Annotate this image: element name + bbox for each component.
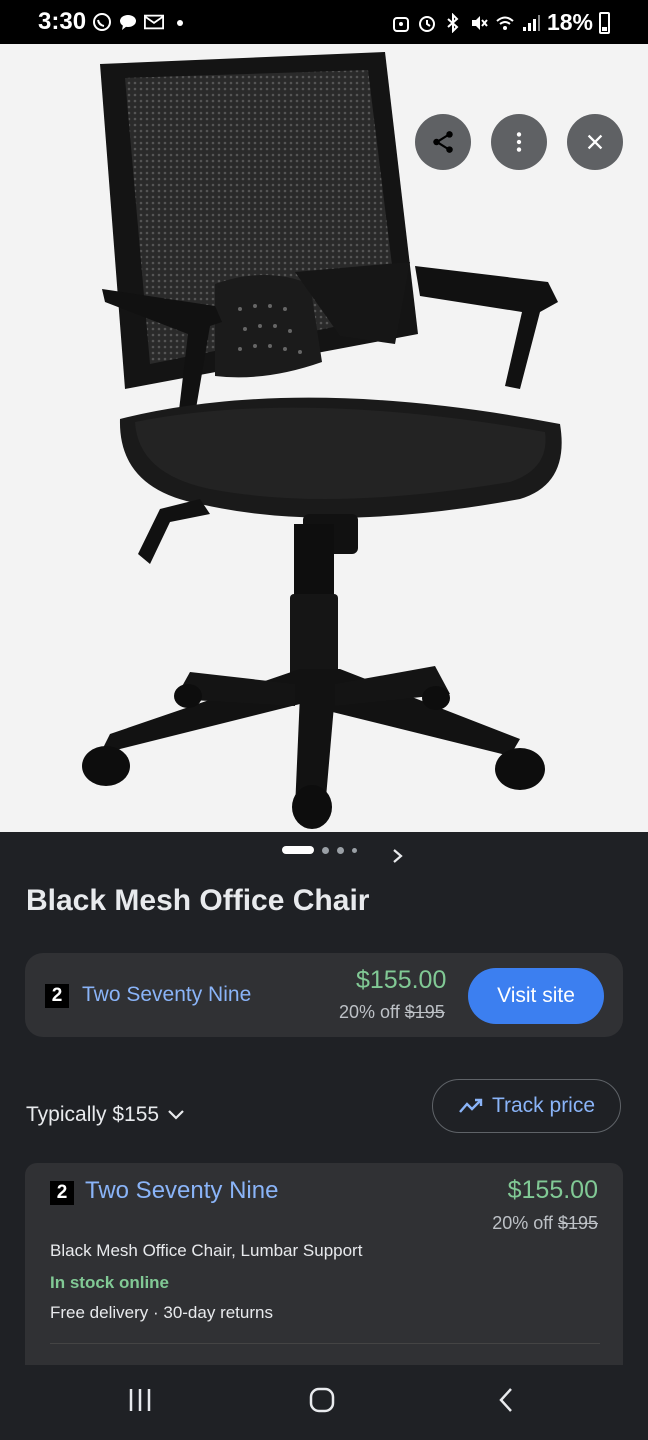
bluetooth-icon [447,12,459,33]
chevron-right-icon[interactable] [390,846,406,866]
pager-dot-active[interactable] [282,846,314,854]
offer-price: $155.00 [356,966,447,994]
trend-line-icon [459,1098,483,1113]
back-button[interactable] [486,1383,526,1417]
chevron-down-icon [168,1110,184,1120]
seller-price: $155.00 [507,1176,598,1204]
recent-apps-button[interactable] [120,1383,160,1417]
status-bar: 3:30 18% [0,0,648,44]
divider [50,1343,600,1344]
original-price: $195 [557,1213,598,1233]
product-image[interactable] [0,44,648,832]
image-pager[interactable] [282,846,357,854]
discount-label: 20% off [339,1002,400,1022]
more-options-button[interactable] [491,114,547,170]
close-icon [587,134,603,150]
seller-store-link[interactable]: Two Seventy Nine [85,1177,278,1205]
offer-discount: 20% off $195 [339,1002,445,1023]
product-title: Black Mesh Office Chair [26,884,370,917]
whatsapp-icon [93,13,111,31]
share-button[interactable] [415,114,471,170]
system-nav-bar [0,1365,648,1440]
seller-listing[interactable]: 2 Two Seventy Nine $155.00 20% off $195 … [25,1163,623,1373]
share-icon [433,131,453,153]
seller-discount: 20% off $195 [492,1213,598,1234]
track-price-label: Track price [491,1094,596,1117]
dot-icon [177,20,183,26]
recent-apps-icon [129,1389,151,1411]
price-history-toggle[interactable]: Typically $155 [26,1103,185,1127]
track-price-button[interactable]: Track price [432,1079,621,1133]
status-right: 18% [391,9,610,36]
pager-dot[interactable] [337,846,344,854]
close-button[interactable] [567,114,623,170]
mute-icon [471,15,488,30]
store-link[interactable]: Two Seventy Nine [82,983,251,1007]
wifi-icon [496,16,514,30]
rank-badge: 2 [45,984,69,1008]
battery-icon [599,11,610,34]
seller-description: Black Mesh Office Chair, Lumbar Support [50,1241,363,1260]
more-vertical-icon [516,132,522,152]
rank-badge: 2 [50,1181,74,1205]
original-price: $195 [404,1002,445,1022]
chat-bubble-icon [120,15,136,30]
stock-status: In stock online [50,1273,170,1292]
office-chair-image [82,52,562,829]
pager-dot[interactable] [322,846,329,854]
signal-icon [522,14,540,31]
alarm-lock-icon [392,16,409,32]
discount-label: 20% off [492,1213,553,1233]
pager-dot[interactable] [352,847,357,853]
notification-icons [92,12,190,32]
back-icon [499,1388,512,1412]
home-button[interactable] [300,1383,344,1417]
visit-site-button[interactable]: Visit site [468,968,604,1024]
delivery-info: Free delivery · 30-day returns [50,1303,273,1322]
battery-percent: 18% [546,9,593,35]
home-icon [309,1387,335,1413]
status-time: 3:30 [38,8,87,35]
offer-card[interactable]: 2 Two Seventy Nine $155.00 20% off $195 … [25,953,623,1037]
mail-icon [144,14,164,30]
alarm-icon [418,15,435,32]
typically-price: Typically $155 [26,1103,160,1126]
